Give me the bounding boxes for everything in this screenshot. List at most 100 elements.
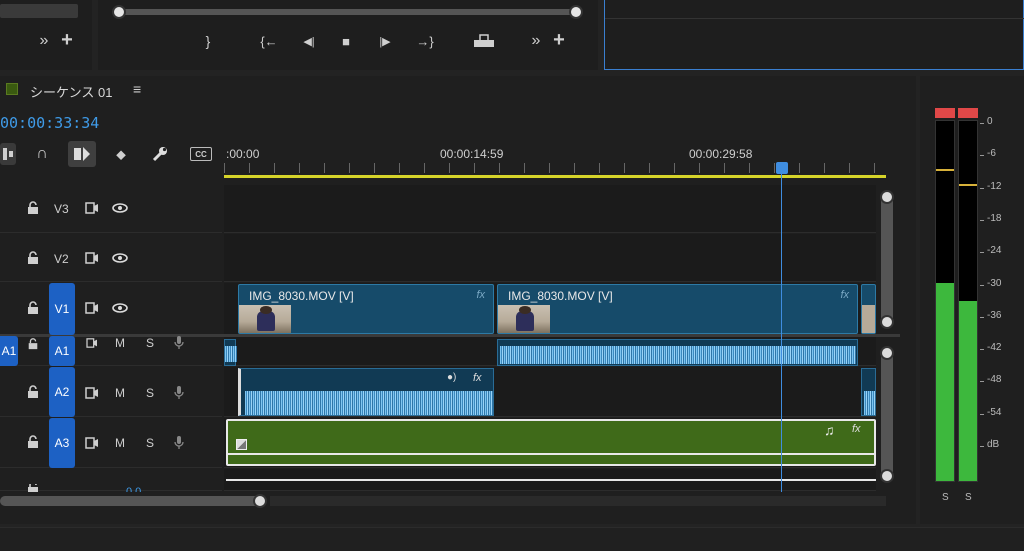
scrollbar-handle-top[interactable] [880,346,894,360]
insert-icon[interactable] [0,143,16,165]
lock-icon[interactable] [26,434,40,450]
sync-lock-icon[interactable] [84,337,100,349]
track-target-a2[interactable]: A2 [49,367,75,417]
meter-scale-label: -12 [987,180,1002,192]
add-icon[interactable]: + [58,29,76,51]
track-v3[interactable] [224,185,876,233]
timeline-scroll-track[interactable] [270,496,886,506]
meter-solo-left[interactable]: S [942,492,949,503]
music-clip-a3[interactable]: ♫ fx [226,419,876,466]
mute-button[interactable]: M [115,436,125,450]
captions-icon[interactable]: CC [190,147,212,161]
playhead-line[interactable] [781,172,782,492]
video-clip-1[interactable]: IMG_8030.MOV [V] fx [238,284,494,334]
sync-lock-icon[interactable] [84,301,100,315]
project-scrollbar[interactable] [0,4,78,18]
peak-indicator-right[interactable] [958,108,978,118]
video-vertical-scrollbar[interactable] [881,192,893,328]
solo-button[interactable]: S [146,386,154,400]
panel-menu-icon[interactable]: ≡ [133,81,141,97]
scrollbar-handle-bottom[interactable] [880,469,894,483]
track-label-v2[interactable]: V2 [54,252,69,266]
audio-clip-a1[interactable] [497,339,858,366]
fx-badge[interactable]: fx [840,289,849,301]
microphone-icon[interactable] [172,385,186,401]
sync-lock-icon[interactable] [84,201,100,215]
lock-icon[interactable] [26,250,40,266]
export-frame-icon[interactable] [472,32,496,50]
scrollbar-handle-bottom[interactable] [880,315,894,329]
track-target-a3[interactable]: A3 [49,418,75,468]
monitor-scrubber-track[interactable] [112,9,578,15]
clip-thumbnail-icon [236,439,247,450]
wrench-icon[interactable] [150,144,170,164]
lock-icon[interactable] [26,200,40,216]
volume-line[interactable] [228,453,874,455]
mute-button[interactable]: M [115,386,125,400]
more-icon[interactable]: » [528,32,544,50]
fx-badge[interactable]: fx [476,289,485,301]
scrubber-out-handle[interactable] [569,5,583,19]
audio-clip-a2-b[interactable] [861,368,876,416]
solo-button[interactable]: S [146,336,154,350]
fx-badge[interactable]: fx [852,423,861,435]
more-icon[interactable]: » [36,32,52,50]
lock-icon[interactable] [26,300,40,316]
meter-scale-label: -54 [987,406,1002,418]
meter-scale-label: dB [987,439,1000,450]
lock-icon[interactable] [26,484,40,492]
mute-button[interactable]: M [115,336,125,350]
lock-icon[interactable] [26,337,40,351]
horizontal-zoom-scrollbar[interactable] [0,496,262,506]
marker-icon[interactable]: ⬥ [112,145,130,163]
zoom-handle-right[interactable] [253,494,267,508]
go-to-in-icon[interactable]: {← [256,32,282,50]
add-icon[interactable]: + [550,29,568,51]
timecode-display[interactable]: 00:00:33:34 [0,114,99,132]
peak-indicator-left[interactable] [935,108,955,118]
step-forward-icon[interactable]: |▶ [374,32,396,50]
project-panel: » + [0,0,92,70]
snap-icon[interactable]: ∩ [33,144,51,164]
video-clip-2[interactable]: IMG_8030.MOV [V] fx [497,284,858,334]
mark-out-icon[interactable]: } [200,32,216,50]
sync-lock-icon[interactable] [84,386,100,400]
track-label-v3[interactable]: V3 [54,202,69,216]
stop-icon[interactable]: ■ [338,32,354,50]
sequence-tab-title[interactable]: シーケンス 01 [30,82,112,101]
track-target-a1[interactable]: A1 [49,336,75,366]
meter-solo-right[interactable]: S [965,492,972,503]
solo-button[interactable]: S [146,436,154,450]
work-area-bar[interactable] [224,175,886,178]
keyframe-icon[interactable]: ●) [447,372,456,383]
scrubber-in-handle[interactable] [112,5,126,19]
microphone-icon[interactable] [172,435,186,451]
peak-hold-left [936,169,954,171]
master-volume-value[interactable]: 0.0 [126,486,141,492]
track-v2[interactable] [224,234,876,282]
microphone-icon[interactable] [172,336,186,350]
fx-badge[interactable]: fx [473,372,482,384]
video-clip-3[interactable] [861,284,876,334]
meter-scale-label: -6 [987,148,996,160]
go-to-out-icon[interactable]: →} [412,32,438,50]
lock-icon[interactable] [26,384,40,400]
audio-vertical-scrollbar[interactable] [881,350,893,480]
sync-lock-icon[interactable] [84,251,100,265]
step-back-icon[interactable]: ◀| [298,32,320,50]
eye-icon[interactable] [111,202,129,214]
meter-scale-label: -30 [987,277,1002,289]
meter-scale-label: -24 [987,245,1002,257]
eye-icon[interactable] [111,252,129,264]
track-target-v1[interactable]: V1 [49,283,75,335]
source-patch-a1[interactable]: A1 [0,336,18,366]
clip-name: IMG_8030.MOV [V] [508,289,613,303]
eye-icon[interactable] [111,302,129,314]
linked-selection-icon[interactable] [68,141,96,167]
audio-clip-a1-stub[interactable] [224,339,237,366]
playhead-handle[interactable] [776,162,788,174]
meter-scale-tick [980,316,984,318]
scrollbar-handle-top[interactable] [880,190,894,204]
sync-lock-icon[interactable] [84,436,100,450]
audio-clip-a2[interactable]: ●) fx [238,368,494,416]
